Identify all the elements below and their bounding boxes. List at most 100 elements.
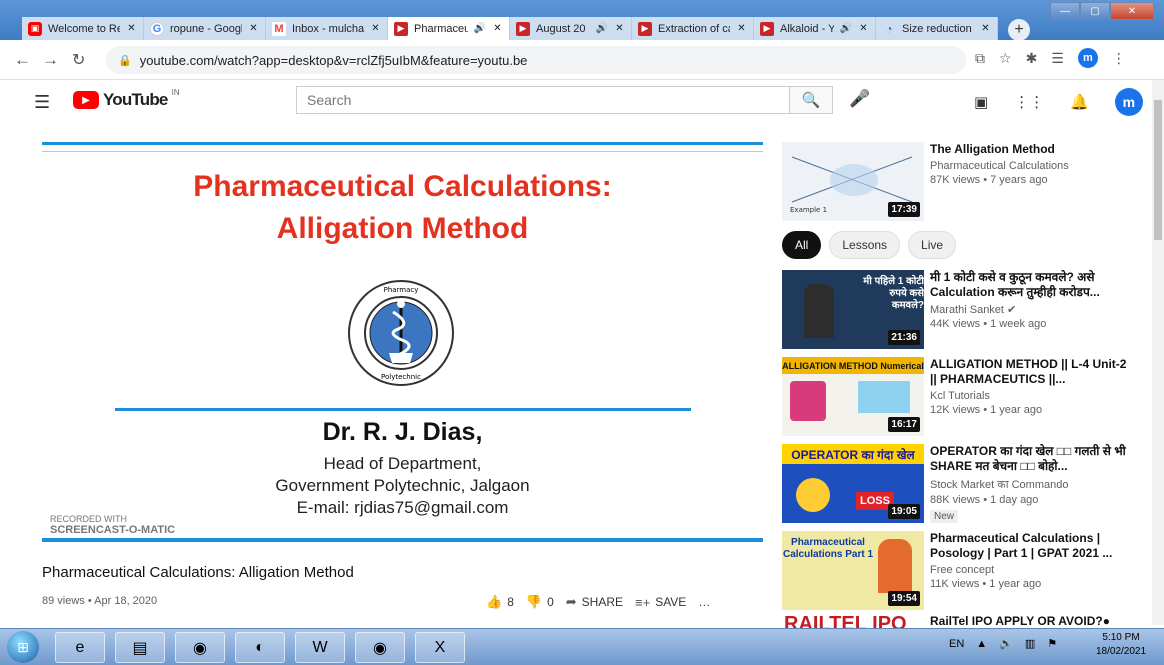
person-figure-icon [804, 284, 834, 338]
system-tray: EN ▲ 🔊 ▥ ⚑ [949, 637, 1057, 651]
notifications-bell-icon[interactable]: 🔔 [1070, 93, 1089, 111]
url-text: youtube.com/watch?app=desktop&v=rclZfj5u… [139, 52, 528, 68]
apps-grid-icon[interactable]: ⋮⋮ [1014, 93, 1044, 111]
svg-text:Example 1: Example 1 [790, 206, 827, 214]
minimize-button[interactable]: — [1050, 2, 1080, 20]
video-thumbnail[interactable]: Example 1 17:39 [782, 142, 924, 221]
emblem-text: Pharmacy [384, 286, 419, 294]
screencast-watermark: RECORDED WITH SCREENCAST-O-MATIC [50, 514, 176, 536]
address-input[interactable]: 🔒 youtube.com/watch?app=desktop&v=rclZfj5… [106, 46, 966, 74]
tray-arrow-icon[interactable]: ▲ [976, 638, 987, 650]
window-controls: — ▢ ✕ [1050, 2, 1154, 20]
save-button[interactable]: ≡+ SAVE [635, 595, 686, 610]
video-title: Pharmaceutical Calculations: Alligation … [42, 564, 354, 581]
google-icon: G [150, 21, 164, 36]
install-icon[interactable]: ⧉ [975, 50, 985, 67]
chrome-icon[interactable]: ◉ [175, 632, 225, 663]
volume-icon[interactable]: 🔊 [999, 637, 1013, 650]
person-figure-icon [790, 381, 826, 421]
browser-toolbar-icons: ⧉ ☆ ✱ ☰ m ⋮ [975, 48, 1126, 68]
playlist-add-icon: ≡+ [635, 594, 651, 610]
word-icon[interactable]: W [295, 632, 345, 663]
tab-strip: ▣ Welcome to Re ✕ Gropune - Googl ✕ M Inbox … [0, 0, 1164, 41]
slide-top-line [42, 142, 763, 145]
tab-welcome[interactable]: ▣ Welcome to Re ✕ [22, 17, 144, 40]
close-icon[interactable]: ✕ [370, 23, 381, 34]
share-button[interactable]: ➦ SHARE [566, 594, 623, 610]
address-bar-row: ← → ↻ 🔒 youtube.com/watch?app=desktop&v=r… [0, 40, 1164, 80]
excel-icon[interactable]: X [415, 632, 465, 663]
youtube-logo[interactable]: ▶ YouTube IN [73, 88, 180, 110]
create-video-icon[interactable]: ▣ [974, 93, 988, 111]
windows-taskbar: ⊞ e ▤ ◉ ◐ W ◉ X EN ▲ 🔊 ▥ ⚑ 5:10 PM 18/02… [0, 628, 1164, 665]
bookmark-star-icon[interactable]: ☆ [999, 50, 1012, 67]
search-icon: 🔍 [801, 92, 821, 109]
related-info: ALLIGATION METHOD || L-4 Unit-2 || PHARM… [930, 357, 1127, 416]
back-icon[interactable]: ← [14, 50, 31, 70]
close-icon[interactable]: ✕ [736, 23, 747, 34]
video-thumbnail[interactable]: मी पहिले 1 कोटी रुपये कसे कमवले? 21:36 [782, 270, 924, 349]
tab-extraction[interactable]: ▶ Extraction of ca ✕ [632, 17, 754, 40]
tab-pharmaceutical[interactable]: ▶ Pharmaceu 🔊 ✕ [388, 17, 510, 40]
related-info: The Alligation Method Pharmaceutical Cal… [930, 142, 1069, 186]
share-icon: ➦ [565, 594, 577, 609]
internet-explorer-icon[interactable]: e [55, 632, 105, 663]
new-tab-button[interactable]: + [1008, 19, 1030, 41]
tab-august[interactable]: ▶ August 20 🔊 ✕ [510, 17, 632, 40]
taskbar-clock[interactable]: 5:10 PM 18/02/2021 [1096, 631, 1146, 659]
video-player[interactable]: Pharmaceutical Calculations: Alligation … [42, 142, 763, 542]
scrollbar-thumb[interactable] [1154, 100, 1162, 240]
menu-icon[interactable]: ⋮ [1112, 50, 1126, 67]
search-button[interactable]: 🔍 [789, 86, 833, 114]
profile-avatar[interactable]: m [1077, 48, 1098, 68]
new-badge: New [930, 510, 959, 523]
chip-all[interactable]: All [782, 231, 822, 259]
video-thumbnail[interactable]: Pharmaceutical Calculations Part 1 19:54 [782, 531, 924, 610]
tab-alkaloid[interactable]: ▶ Alkaloid - Y 🔊 ✕ [754, 17, 876, 40]
slide-top-thin-line [42, 151, 763, 152]
extensions-icon[interactable]: ✱ [1026, 50, 1038, 67]
tab-google-search[interactable]: Gropune - Googl ✕ [144, 17, 266, 40]
firefox-icon[interactable]: ◐ [235, 632, 285, 663]
flag-icon[interactable]: ⚑ [1047, 637, 1057, 650]
reload-icon[interactable]: ↻ [72, 50, 85, 70]
dislike-button[interactable]: 👎 0 [526, 594, 554, 610]
slide-bottom-line [42, 538, 763, 542]
video-thumbnail[interactable]: OPERATOR का गंदा खेल LOSS 19:05 [782, 444, 924, 523]
slide-title-line-1: Pharmaceutical Calculations: [193, 170, 612, 203]
youtube-avatar[interactable]: m [1114, 88, 1143, 116]
maximize-button[interactable]: ▢ [1080, 2, 1110, 20]
page-scrollbar[interactable] [1152, 80, 1164, 625]
close-icon[interactable]: ✕ [614, 23, 625, 34]
mic-icon[interactable]: 🎤 [849, 89, 870, 109]
windows-start-icon[interactable]: ⊞ [7, 631, 39, 663]
tab-list: ▣ Welcome to Re ✕ Gropune - Googl ✕ M Inbox … [22, 17, 998, 40]
close-icon[interactable]: ✕ [248, 23, 259, 34]
reading-list-icon[interactable]: ☰ [1051, 50, 1064, 67]
like-button[interactable]: 👍 8 [486, 594, 514, 610]
thumbs-up-icon: 👍 [486, 594, 503, 609]
forward-icon[interactable]: → [42, 50, 59, 70]
search-input[interactable]: Search [296, 86, 790, 114]
tab-size-reduction[interactable]: ◔ Size reduction ✕ [876, 17, 998, 40]
network-icon[interactable]: ▥ [1025, 637, 1035, 650]
tab-gmail[interactable]: M Inbox - mulcha ✕ [266, 17, 388, 40]
taskbar-apps: e ▤ ◉ ◐ W ◉ X [55, 632, 465, 663]
chip-lessons[interactable]: Lessons [829, 231, 901, 259]
youtube-icon: ▶ [760, 21, 774, 36]
more-actions-button[interactable]: … [698, 595, 710, 609]
video-meta: 89 views • Apr 18, 2020 [42, 595, 158, 607]
video-thumbnail[interactable]: ALLIGATION METHOD Numerical 16:17 [782, 357, 924, 436]
hamburger-menu-icon[interactable]: ☰ [34, 92, 50, 113]
close-icon[interactable]: ✕ [980, 23, 991, 34]
close-window-button[interactable]: ✕ [1110, 2, 1154, 20]
close-icon[interactable]: ✕ [492, 23, 503, 34]
file-explorer-icon[interactable]: ▤ [115, 632, 165, 663]
chip-live[interactable]: Live [908, 231, 957, 259]
close-icon[interactable]: ✕ [126, 23, 137, 34]
language-indicator[interactable]: EN [949, 638, 964, 650]
chrome-icon[interactable]: ◉ [355, 632, 405, 663]
close-icon[interactable]: ✕ [858, 23, 869, 34]
youtube-header: ☰ ▶ YouTube IN Search 🔍 🎤 ▣ ⋮⋮ 🔔 m [0, 80, 1152, 122]
filter-chips: All Lessons Live [782, 231, 957, 259]
